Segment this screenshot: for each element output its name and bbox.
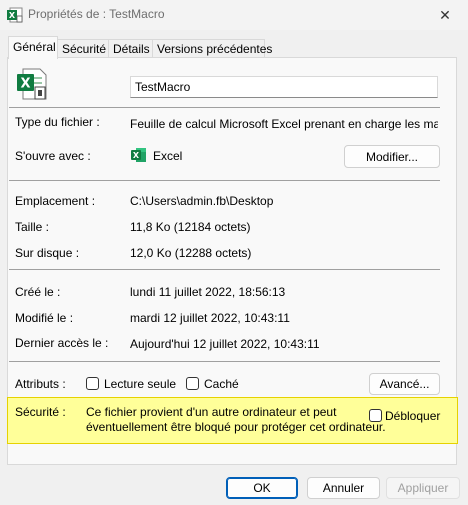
file-type-value-wrap: Feuille de calcul Microsoft Excel prenan… <box>130 117 438 131</box>
separator <box>9 180 440 181</box>
separator <box>9 107 440 108</box>
security-text-line-1: Ce fichier provient d'un autre ordinateu… <box>86 405 337 419</box>
file-type-label: Type du fichier : <box>15 115 100 129</box>
tab-details[interactable]: Détails <box>108 39 153 58</box>
readonly-label: Lecture seule <box>104 377 177 391</box>
file-name-field[interactable]: TestMacro <box>130 76 438 98</box>
hidden-checkbox[interactable] <box>186 377 199 390</box>
tab-previous-versions[interactable]: Versions précédentes <box>152 39 272 58</box>
tab-security[interactable]: Sécurité <box>57 39 109 58</box>
title-bar: X Propriétés de : TestMacro ✕ <box>0 0 468 30</box>
created-value: lundi 11 juillet 2022, 18:56:13 <box>130 285 286 299</box>
created-label: Créé le : <box>15 285 61 299</box>
excel-macro-file-icon: X <box>17 68 47 100</box>
svg-text:X: X <box>9 11 16 20</box>
disk-size-label: Sur disque : <box>15 246 80 260</box>
change-button[interactable]: Modifier... <box>344 145 440 168</box>
security-text-line-2: éventuellement être bloqué pour protéger… <box>86 420 386 434</box>
readonly-checkbox[interactable] <box>86 377 99 390</box>
opens-with-app: Excel <box>153 149 183 163</box>
svg-text:X: X <box>20 77 30 92</box>
location-value: C:\Users\admin.fb\Desktop <box>130 194 274 208</box>
excel-macro-icon: X <box>7 7 23 23</box>
unblock-checkbox[interactable] <box>369 409 382 422</box>
opens-with-label: S'ouvre avec : <box>15 149 91 163</box>
security-label: Sécurité : <box>15 405 66 419</box>
disk-size-value: 12,0 Ko (12288 octets) <box>130 246 252 260</box>
location-label: Emplacement : <box>15 194 96 208</box>
modified-label: Modifié le : <box>15 311 74 325</box>
cancel-button[interactable]: Annuler <box>307 477 380 499</box>
hidden-label: Caché <box>204 377 239 391</box>
close-button[interactable]: ✕ <box>422 0 468 30</box>
unblock-label: Débloquer <box>385 409 441 423</box>
size-label: Taille : <box>15 220 50 234</box>
svg-text:X: X <box>133 151 140 160</box>
ok-button[interactable]: OK <box>226 477 298 499</box>
excel-app-icon: X <box>131 148 146 162</box>
separator <box>9 269 440 270</box>
size-value: 11,8 Ko (12184 octets) <box>130 220 251 234</box>
separator <box>9 361 440 362</box>
accessed-value: Aujourd'hui 12 juillet 2022, 10:43:11 <box>130 337 320 351</box>
apply-button[interactable]: Appliquer <box>386 477 460 499</box>
window-title: Propriétés de : TestMacro <box>28 7 165 21</box>
file-type-value: Feuille de calcul Microsoft Excel prenan… <box>130 117 438 131</box>
advanced-button[interactable]: Avancé... <box>369 373 440 395</box>
accessed-label: Dernier accès le : <box>15 336 109 350</box>
tab-general[interactable]: Général <box>8 36 58 59</box>
modified-value: mardi 12 juillet 2022, 10:43:11 <box>130 311 290 325</box>
attributes-label: Attributs : <box>15 377 66 391</box>
close-icon: ✕ <box>439 6 451 23</box>
